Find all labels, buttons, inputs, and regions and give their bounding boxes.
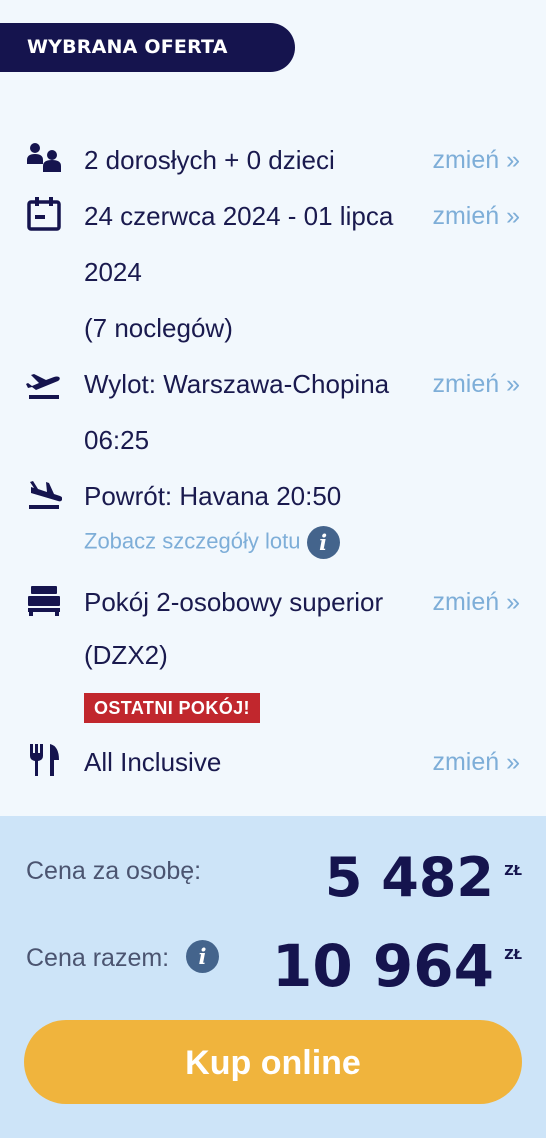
- flight-details-link[interactable]: Zobacz szczegóły lotu i: [84, 526, 340, 559]
- departure-line-1: Wylot: Warszawa-Chopina: [84, 369, 390, 399]
- per-person-currency: ZŁ: [504, 864, 522, 879]
- total-currency: ZŁ: [504, 948, 522, 963]
- fork-knife-icon: [26, 742, 62, 778]
- room-code: (DZX2): [84, 640, 168, 670]
- last-room-badge: OSTATNI POKÓJ!: [84, 693, 260, 723]
- change-departure-link[interactable]: zmień »: [432, 356, 520, 412]
- dates-line-2: 2024: [84, 257, 142, 287]
- board-text: All Inclusive: [84, 747, 222, 777]
- plane-landing-icon: [26, 476, 62, 512]
- flight-details-label[interactable]: Zobacz szczegóły lotu: [84, 528, 300, 553]
- change-room-link[interactable]: zmień »: [432, 574, 520, 630]
- per-person-label: Cena za osobę:: [26, 857, 202, 885]
- plane-takeoff-icon: [26, 366, 62, 402]
- calendar-icon: [26, 196, 62, 232]
- per-person-price: 5 482: [324, 846, 494, 909]
- dates-line-1: 24 czerwca 2024 - 01 lipca: [84, 201, 394, 231]
- selected-offer-badge: WYBRANA OFERTA: [0, 23, 295, 72]
- buy-online-button[interactable]: Kup online: [24, 1020, 522, 1104]
- change-travelers-link[interactable]: zmień »: [432, 132, 520, 188]
- people-icon: [26, 140, 62, 176]
- change-board-link[interactable]: zmień »: [432, 734, 520, 790]
- info-icon[interactable]: i: [306, 526, 340, 559]
- bed-icon: [26, 582, 62, 618]
- total-label: Cena razem:: [26, 944, 170, 972]
- return-line-1: Powrót: Havana 20:50: [84, 481, 342, 511]
- total-info-icon[interactable]: i: [186, 940, 219, 973]
- travelers-text: 2 dorosłych + 0 dzieci: [84, 145, 335, 175]
- total-price: 10 964: [272, 932, 494, 1000]
- departure-time: 06:25: [84, 425, 150, 455]
- room-line-1: Pokój 2-osobowy superior: [84, 587, 384, 617]
- change-dates-link[interactable]: zmień »: [432, 188, 520, 244]
- nights-count: (7 noclegów): [84, 313, 233, 343]
